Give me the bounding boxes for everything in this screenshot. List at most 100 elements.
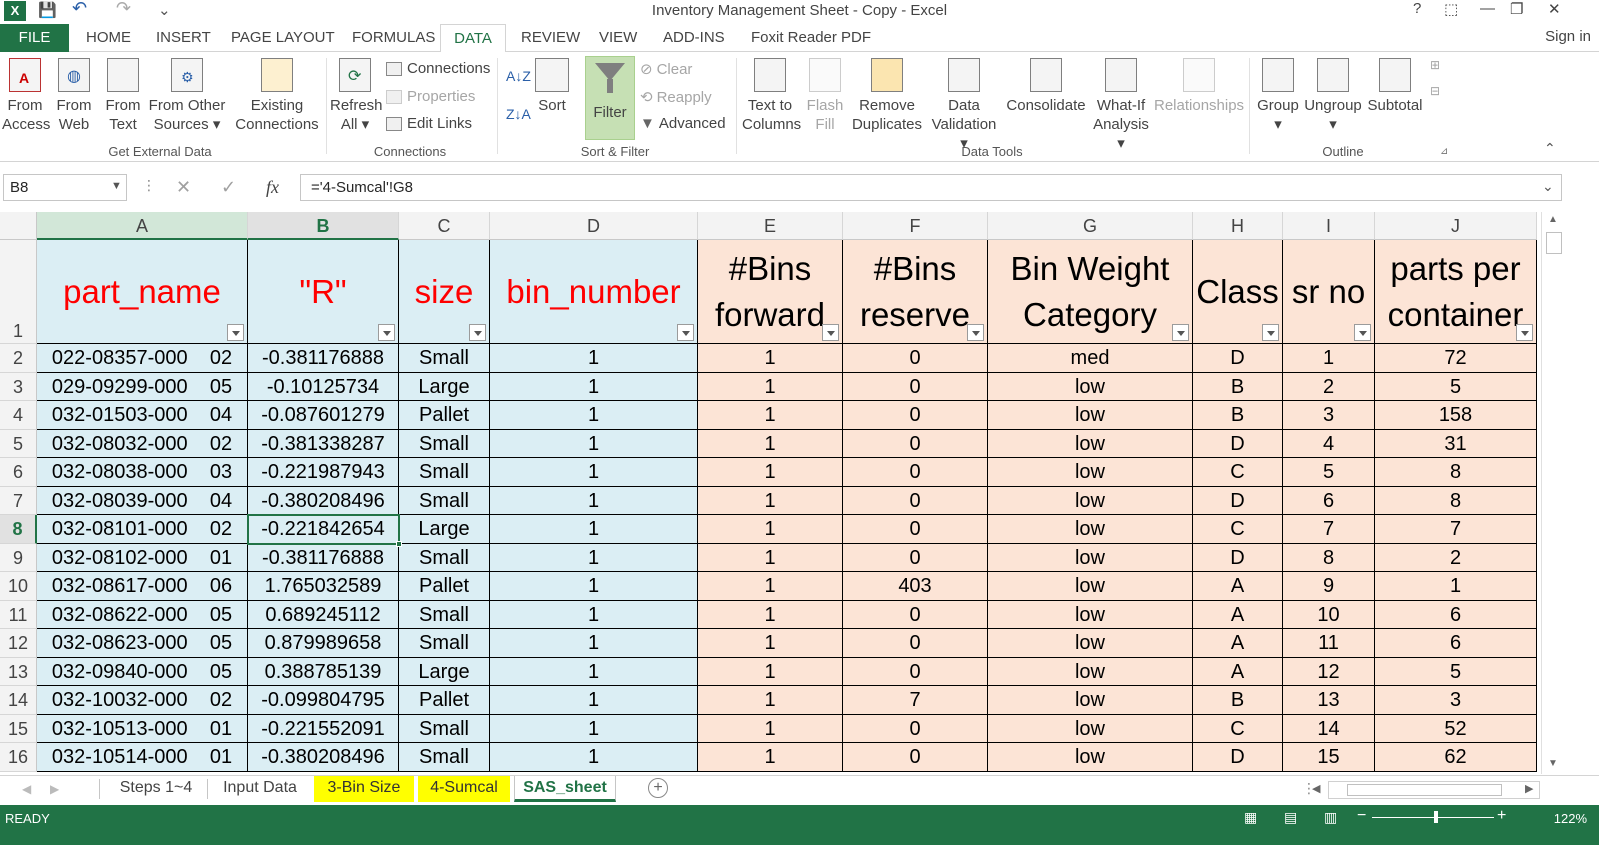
header-cell-j[interactable]: parts per container xyxy=(1375,240,1537,344)
cell-h[interactable]: C xyxy=(1193,458,1283,487)
cell-a[interactable]: 032-08102-000 01 xyxy=(37,543,248,572)
cell-f[interactable]: 0 xyxy=(843,600,988,629)
cell-b[interactable]: -0.099804795 xyxy=(248,686,399,715)
page-layout-view-icon[interactable]: ▤ xyxy=(1284,809,1297,826)
cell-d[interactable]: 1 xyxy=(490,686,698,715)
scroll-sheets-right-icon[interactable]: ▶ xyxy=(50,782,59,796)
sheet-tab-3-bin-size[interactable]: 3-Bin Size xyxy=(314,776,414,802)
fill-handle[interactable] xyxy=(396,540,402,547)
cell-b[interactable]: 0.689245112 xyxy=(248,600,399,629)
sheet-tab-4-sumcal[interactable]: 4-Sumcal xyxy=(418,776,510,802)
cell-g[interactable]: low xyxy=(988,629,1193,658)
cell-g[interactable]: med xyxy=(988,344,1193,373)
zoom-level[interactable]: 122% xyxy=(1554,811,1587,826)
tab-data[interactable]: DATA xyxy=(440,24,506,53)
cell-a[interactable]: 032-10032-000 02 xyxy=(37,686,248,715)
page-break-preview-icon[interactable]: ▥ xyxy=(1324,809,1337,826)
cell-e[interactable]: 1 xyxy=(698,515,843,544)
sheet-tab-steps[interactable]: Steps 1~4 xyxy=(108,776,204,802)
cell-j[interactable]: 62 xyxy=(1375,743,1537,772)
cell-a[interactable]: 032-01503-000 04 xyxy=(37,401,248,430)
cell-h[interactable]: D xyxy=(1193,543,1283,572)
cell-i[interactable]: 6 xyxy=(1283,486,1375,515)
cell-d[interactable]: 1 xyxy=(490,515,698,544)
enter-icon[interactable]: ✓ xyxy=(221,177,236,198)
sort-z-to-a-icon[interactable]: Z↓A xyxy=(506,106,531,122)
cell-c[interactable]: Small xyxy=(399,600,490,629)
cell-f[interactable]: 403 xyxy=(843,572,988,601)
cell-c[interactable]: Small xyxy=(399,486,490,515)
from-text-button[interactable]: From Text xyxy=(101,58,145,134)
cell-c[interactable]: Small xyxy=(399,458,490,487)
filter-dropdown-icon[interactable] xyxy=(1354,324,1371,341)
sort-button[interactable]: Sort xyxy=(532,58,572,115)
cell-c[interactable]: Large xyxy=(399,372,490,401)
insert-function-icon[interactable]: fx xyxy=(266,177,279,198)
cell-g[interactable]: low xyxy=(988,429,1193,458)
cell-a[interactable]: 032-08623-000 05 xyxy=(37,629,248,658)
reapply-button[interactable]: ⟲ Reapply xyxy=(640,88,712,106)
row-header[interactable]: 4 xyxy=(0,401,37,430)
filter-dropdown-icon[interactable] xyxy=(822,324,839,341)
cell-j[interactable]: 5 xyxy=(1375,372,1537,401)
tab-page-layout[interactable]: PAGE LAYOUT xyxy=(231,29,335,46)
filter-dropdown-icon[interactable] xyxy=(1172,324,1189,341)
column-header-d[interactable]: D xyxy=(490,212,698,240)
vertical-scrollbar[interactable]: ▲ ▼ xyxy=(1541,212,1565,774)
cell-e[interactable]: 1 xyxy=(698,572,843,601)
filter-dropdown-icon[interactable] xyxy=(677,324,694,341)
cell-j[interactable]: 6 xyxy=(1375,629,1537,658)
from-access-button[interactable]: A From Access xyxy=(2,58,50,134)
hscroll-right-icon[interactable]: ▶ xyxy=(1525,782,1533,795)
row-header[interactable]: 12 xyxy=(0,629,37,658)
cell-d[interactable]: 1 xyxy=(490,401,698,430)
cell-g[interactable]: low xyxy=(988,743,1193,772)
cell-i[interactable]: 7 xyxy=(1283,515,1375,544)
remove-duplicates-button[interactable]: Remove Duplicates xyxy=(850,58,924,134)
existing-connections-button[interactable]: Existing Connections xyxy=(234,58,320,134)
row-header[interactable]: 9 xyxy=(0,543,37,572)
cell-j[interactable]: 3 xyxy=(1375,686,1537,715)
cell-a[interactable]: 022-08357-000 02 xyxy=(37,344,248,373)
column-header-j[interactable]: J xyxy=(1375,212,1537,240)
cell-a[interactable]: 029-09299-000 05 xyxy=(37,372,248,401)
zoom-out-icon[interactable]: − xyxy=(1357,807,1366,825)
cell-i[interactable]: 15 xyxy=(1283,743,1375,772)
name-box[interactable]: B8 xyxy=(3,174,127,201)
horizontal-scrollbar[interactable] xyxy=(1328,781,1540,799)
cell-c[interactable]: Pallet xyxy=(399,686,490,715)
row-header[interactable]: 10 xyxy=(0,572,37,601)
cell-f[interactable]: 0 xyxy=(843,458,988,487)
cell-b[interactable]: 0.388785139 xyxy=(248,657,399,686)
cell-e[interactable]: 1 xyxy=(698,600,843,629)
cell-h[interactable]: D xyxy=(1193,486,1283,515)
header-cell-c[interactable]: size xyxy=(399,240,490,344)
header-cell-i[interactable]: sr no xyxy=(1283,240,1375,344)
filter-dropdown-icon[interactable] xyxy=(378,324,395,341)
cell-e[interactable]: 1 xyxy=(698,401,843,430)
cell-b[interactable]: -0.380208496 xyxy=(248,486,399,515)
column-header-f[interactable]: F xyxy=(843,212,988,240)
cell-h[interactable]: C xyxy=(1193,714,1283,743)
cell-a[interactable]: 032-08039-000 04 xyxy=(37,486,248,515)
cell-e[interactable]: 1 xyxy=(698,714,843,743)
cell-a[interactable]: 032-08622-000 05 xyxy=(37,600,248,629)
row-header[interactable]: 6 xyxy=(0,458,37,487)
cell-b[interactable]: -0.221842654 xyxy=(248,515,399,544)
column-header-b[interactable]: B xyxy=(248,212,399,240)
cell-f[interactable]: 0 xyxy=(843,657,988,686)
tab-foxit-reader-pdf[interactable]: Foxit Reader PDF xyxy=(751,29,871,46)
cell-d[interactable]: 1 xyxy=(490,657,698,686)
filter-dropdown-icon[interactable] xyxy=(227,324,244,341)
name-box-dropdown-icon[interactable]: ▼ xyxy=(111,180,122,192)
close-button[interactable]: ✕ xyxy=(1548,0,1561,18)
cell-e[interactable]: 1 xyxy=(698,686,843,715)
cell-j[interactable]: 8 xyxy=(1375,458,1537,487)
cell-f[interactable]: 0 xyxy=(843,543,988,572)
cell-j[interactable]: 5 xyxy=(1375,657,1537,686)
cell-f[interactable]: 0 xyxy=(843,515,988,544)
cell-j[interactable]: 72 xyxy=(1375,344,1537,373)
hscroll-thumb[interactable] xyxy=(1347,784,1502,796)
row-header[interactable]: 1 xyxy=(0,240,37,344)
from-other-sources-button[interactable]: ⚙ From Other Sources ▾ xyxy=(148,58,226,134)
